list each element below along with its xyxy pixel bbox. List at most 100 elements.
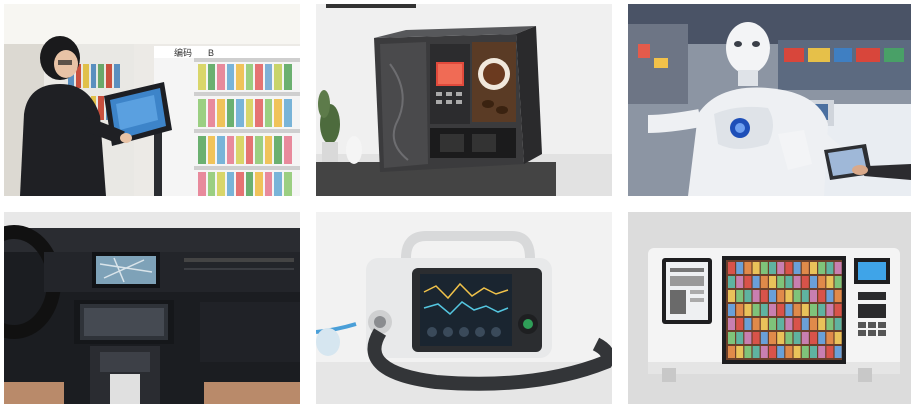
book-spine [752, 332, 760, 344]
book-spine [736, 304, 744, 316]
book-spine [777, 290, 785, 302]
book-spine [777, 276, 785, 288]
book-spine [810, 262, 817, 274]
book-spine [736, 276, 744, 288]
book-spine [826, 332, 834, 344]
shelf-sign-left: 编码 [174, 47, 192, 58]
book-spine [810, 290, 817, 302]
book-spine [744, 346, 752, 358]
book-spine [785, 290, 793, 302]
book-spine [810, 304, 817, 316]
book-kiosk-photo [628, 212, 911, 404]
book-spine [834, 304, 842, 316]
book-spine [801, 290, 809, 302]
book-spine [752, 304, 760, 316]
book-spine [736, 290, 744, 302]
book-spine [793, 318, 801, 330]
book-spine [785, 332, 793, 344]
book-spine [769, 346, 776, 358]
book-spine [785, 318, 793, 330]
book-spine [752, 276, 760, 288]
book-spine [801, 276, 809, 288]
book-spine [785, 304, 793, 316]
book-spine [752, 290, 760, 302]
shelf-sign-right: B [208, 48, 214, 58]
book-spine [760, 304, 768, 316]
book-spine [801, 346, 809, 358]
book-spine [728, 276, 735, 288]
book-spine [760, 332, 768, 344]
humanoid-robot-photo [628, 4, 911, 196]
book-spine [777, 346, 785, 358]
book-spine [769, 304, 776, 316]
book-spine [826, 276, 834, 288]
book-spine [728, 318, 735, 330]
book-spine [744, 332, 752, 344]
book-spine [810, 332, 817, 344]
book-spine [744, 304, 752, 316]
book-spine [744, 262, 752, 274]
book-spine [736, 262, 744, 274]
book-spine [760, 346, 768, 358]
book-spine [769, 276, 776, 288]
book-spine [826, 290, 834, 302]
book-spine [801, 318, 809, 330]
book-spine [834, 276, 842, 288]
book-spine [793, 332, 801, 344]
book-spine [834, 318, 842, 330]
book-spine [760, 262, 768, 274]
library-kiosk-photo: 编码 B [4, 4, 300, 196]
book-spine [826, 262, 834, 274]
book-spine [793, 304, 801, 316]
book-spine [810, 346, 817, 358]
book-spine [777, 332, 785, 344]
book-spine [752, 318, 760, 330]
book-spine [728, 290, 735, 302]
book-spine [818, 262, 826, 274]
book-spine [801, 262, 809, 274]
book-spine [777, 318, 785, 330]
book-spine [728, 304, 735, 316]
book-spine [810, 276, 817, 288]
book-spine [728, 262, 735, 274]
book-spine [744, 290, 752, 302]
car-dashboard-photo [4, 212, 300, 404]
book-spine [760, 276, 768, 288]
book-spine [834, 332, 842, 344]
book-spine [793, 346, 801, 358]
book-spine [818, 290, 826, 302]
book-spine [826, 304, 834, 316]
coffee-machine-photo [316, 4, 612, 196]
book-spine [752, 262, 760, 274]
medical-ventilator-photo [316, 212, 612, 404]
book-spine [736, 332, 744, 344]
book-spine [760, 318, 768, 330]
book-spine [769, 262, 776, 274]
book-spine [785, 262, 793, 274]
image-grid: 编码 B [0, 0, 913, 407]
book-spine [793, 276, 801, 288]
book-spine [777, 262, 785, 274]
book-spine [801, 332, 809, 344]
book-spine [769, 290, 776, 302]
book-spine [752, 346, 760, 358]
book-spine [793, 262, 801, 274]
book-spine [818, 304, 826, 316]
book-spine [744, 318, 752, 330]
book-spine [728, 346, 735, 358]
book-spine [777, 304, 785, 316]
book-spine [760, 290, 768, 302]
book-spine [834, 290, 842, 302]
book-spine [818, 346, 826, 358]
book-spine [818, 332, 826, 344]
book-spine [818, 276, 826, 288]
book-spine [769, 332, 776, 344]
book-spine [736, 346, 744, 358]
book-spine [834, 346, 842, 358]
book-spine [769, 318, 776, 330]
book-spine [744, 276, 752, 288]
book-spine [818, 318, 826, 330]
book-spine [736, 318, 744, 330]
book-spine [834, 262, 842, 274]
book-spine [793, 290, 801, 302]
